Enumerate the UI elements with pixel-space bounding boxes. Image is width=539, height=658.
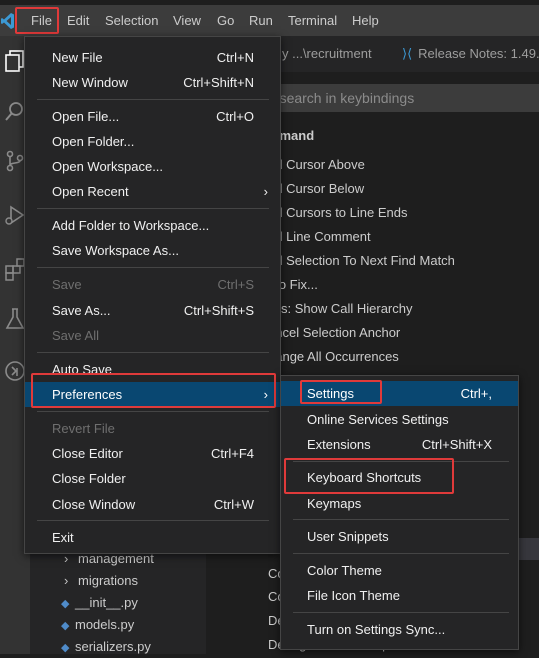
menu-separator xyxy=(37,99,269,100)
menu-separator xyxy=(293,553,509,554)
menu-run[interactable]: Run xyxy=(249,11,273,31)
vscode-tab-icon: ⟩⟨ xyxy=(402,46,413,61)
menu-separator xyxy=(37,352,269,353)
menu-separator xyxy=(37,520,269,521)
menu-item-online-services-settings[interactable]: Online Services Settings xyxy=(281,407,518,432)
chevron-right-icon: › xyxy=(263,184,268,199)
chevron-right-icon: › xyxy=(64,573,69,588)
menu-item-save-workspace-as[interactable]: Save Workspace As... xyxy=(25,238,280,263)
menu-item-open-folder[interactable]: Open Folder... xyxy=(25,129,280,154)
menu-item-file-icon-theme[interactable]: File Icon Theme xyxy=(281,583,518,608)
keybinding-row[interactable]: dd Cursor Below xyxy=(268,177,364,201)
menu-item-save-all[interactable]: Save All xyxy=(25,323,280,348)
menu-item-save[interactable]: Save Ctrl+S xyxy=(25,272,280,297)
menu-item-save-as[interactable]: Save As... Ctrl+Shift+S xyxy=(25,298,280,323)
menu-item-turn-on-settings-sync[interactable]: Turn on Settings Sync... xyxy=(281,617,518,642)
menu-item-close-editor[interactable]: Close Editor Ctrl+F4 xyxy=(25,441,280,466)
menu-item-new-file[interactable]: New File Ctrl+N xyxy=(25,45,280,70)
file-menu: New File Ctrl+N New Window Ctrl+Shift+N Op… xyxy=(24,36,281,554)
tree-file-init[interactable]: ◆ __init__.py xyxy=(61,593,138,613)
preferences-highlight xyxy=(31,373,276,408)
keybinding-row[interactable]: ancel Selection Anchor xyxy=(268,321,400,345)
keybinding-row[interactable]: dd Line Comment xyxy=(268,225,371,249)
file-menu-highlight xyxy=(15,7,59,34)
tab-release-notes[interactable]: ⟩⟨ Release Notes: 1.49. xyxy=(402,36,539,72)
menu-help[interactable]: Help xyxy=(352,11,379,31)
menu-view[interactable]: View xyxy=(173,11,201,31)
menu-item-exit[interactable]: Exit xyxy=(25,525,280,550)
menu-go[interactable]: Go xyxy=(217,11,234,31)
keybinding-row[interactable]: dd Selection To Next Find Match xyxy=(268,249,455,273)
menu-separator xyxy=(37,267,269,268)
menu-item-add-folder[interactable]: Add Folder to Workspace... xyxy=(25,213,280,238)
keybinding-row[interactable]: dd Cursor Above xyxy=(268,153,365,177)
menu-separator xyxy=(293,519,509,520)
menu-item-user-snippets[interactable]: User Snippets xyxy=(281,524,518,549)
menu-item-open-file[interactable]: Open File... Ctrl+O xyxy=(25,104,280,129)
tab-recruitment[interactable]: y ...\recruitment xyxy=(282,36,392,72)
menu-edit[interactable]: Edit xyxy=(67,11,89,31)
python-file-icon: ◆ xyxy=(61,620,70,632)
python-file-icon: ◆ xyxy=(61,642,70,654)
python-file-icon: ◆ xyxy=(61,598,70,610)
menu-item-extensions[interactable]: Extensions Ctrl+Shift+X xyxy=(281,432,518,457)
keybinding-row[interactable]: alls: Show Call Hierarchy xyxy=(268,297,413,321)
menu-item-new-window[interactable]: New Window Ctrl+Shift+N xyxy=(25,70,280,95)
keybinding-row[interactable]: dd Cursors to Line Ends xyxy=(268,201,407,225)
menu-item-open-workspace[interactable]: Open Workspace... xyxy=(25,154,280,179)
keybindings-search-input[interactable]: to search in keybindings xyxy=(250,84,539,112)
keyboard-shortcuts-highlight xyxy=(284,458,454,494)
vscode-logo-icon xyxy=(0,5,16,36)
menu-selection[interactable]: Selection xyxy=(105,11,158,31)
tree-file-models[interactable]: ◆ models.py xyxy=(61,615,134,635)
menu-item-close-folder[interactable]: Close Folder xyxy=(25,466,280,491)
preferences-submenu: Settings Ctrl+, Online Services Settings … xyxy=(280,375,519,650)
menu-item-revert-file[interactable]: Revert File xyxy=(25,416,280,441)
menu-item-keymaps[interactable]: Keymaps xyxy=(281,491,518,516)
menu-separator xyxy=(37,208,269,209)
menu-bar: File Edit Selection View Go Run Terminal… xyxy=(0,5,539,36)
menu-separator xyxy=(293,612,509,613)
tree-file-serializers[interactable]: ◆ serializers.py xyxy=(61,637,151,657)
menu-separator xyxy=(37,411,269,412)
menu-terminal[interactable]: Terminal xyxy=(288,11,337,31)
menu-item-color-theme[interactable]: Color Theme xyxy=(281,558,518,583)
menu-item-close-window[interactable]: Close Window Ctrl+W xyxy=(25,492,280,517)
menu-item-open-recent[interactable]: Open Recent › xyxy=(25,179,280,204)
keybinding-row[interactable]: hange All Occurrences xyxy=(268,345,399,369)
tree-folder-migrations[interactable]: › migrations xyxy=(64,571,138,591)
settings-highlight xyxy=(300,380,382,404)
